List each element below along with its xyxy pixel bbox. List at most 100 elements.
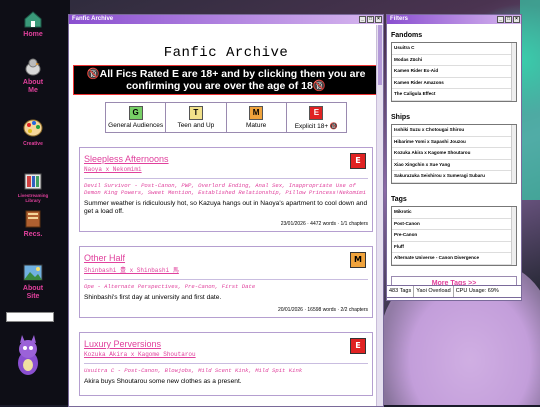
- rating-e-badge: E: [309, 106, 324, 120]
- fic-card: E Luxury Perversions Kozuka Akira x Kago…: [79, 332, 373, 396]
- library-icon: [24, 173, 42, 190]
- fic-rating-badge: E: [350, 153, 366, 169]
- rating-mature-label: Mature: [246, 122, 267, 129]
- fic-ship-link[interactable]: Naoya x Nekomimi: [84, 166, 368, 173]
- fic-tags[interactable]: Usuitra C - Post-Canon, Blowjobs, Mild S…: [84, 367, 368, 374]
- main-titlebar[interactable]: Fanfic Archive _ □ ×: [69, 15, 383, 24]
- fic-rating-badge: E: [350, 338, 366, 354]
- fandoms-heading: Fandoms: [391, 32, 423, 39]
- close-button[interactable]: ×: [375, 16, 382, 23]
- filters-window: Filters _ □ × Fandoms Usuitra C Modas Zü…: [386, 14, 522, 301]
- rating-explicit[interactable]: E Explicit 18+ 🔞: [287, 103, 346, 132]
- list-item[interactable]: Fluff: [392, 242, 516, 253]
- rating-mature[interactable]: M Mature: [227, 103, 287, 132]
- bird-icon: [25, 58, 41, 76]
- tag-count: 483 Tags: [387, 286, 415, 297]
- rating-explicit-label: Explicit 18+ 🔞: [294, 123, 339, 130]
- wallpaper-accent: [520, 0, 540, 200]
- tags-heading: Tags: [391, 196, 407, 203]
- nav-about-site[interactable]: About Site: [0, 262, 66, 301]
- rating-teen[interactable]: T Teen and Up: [166, 103, 227, 132]
- fic-summary: Shinbashi's first day at university and …: [84, 294, 222, 301]
- close-button[interactable]: ×: [513, 16, 520, 23]
- age-warning-banner: 🔞All Fics Rated E are 18+ and by clickin…: [73, 65, 379, 95]
- scrollbar-thumb[interactable]: [378, 25, 382, 85]
- list-item[interactable]: Mikrotic: [392, 207, 516, 219]
- list-scrollbar[interactable]: [511, 207, 516, 265]
- fandoms-list[interactable]: Usuitra C Modas Züchi Kamen Rider Ex-Aid…: [391, 42, 517, 102]
- minimize-button[interactable]: _: [359, 16, 366, 23]
- nav-about-site-label: About Site: [22, 285, 44, 300]
- nav-recs-label: Recs.: [23, 231, 43, 238]
- list-item[interactable]: Alternate Universe - Canon Divergence: [392, 253, 516, 265]
- tags-list[interactable]: Mikrotic Post-Canon Pre-Canon Fluff Alte…: [391, 206, 517, 266]
- fic-divider: [84, 178, 368, 179]
- fic-card: E Sleepless Afternoons Naoya x Nekomimi …: [79, 147, 373, 232]
- list-item[interactable]: Hibarime Yomi x Sapashi Jouzou: [392, 137, 516, 148]
- nav-home-label: Home: [23, 31, 43, 38]
- filters-window-title: Filters: [390, 16, 409, 22]
- fic-card: M Other Half Shinbashi 豊 x Shinbashi 馬 O…: [79, 246, 373, 318]
- list-item[interactable]: Kamen Rider Ex-Aid: [392, 66, 516, 78]
- list-item[interactable]: Isshiki Suzu x Chotougai Shirou: [392, 125, 516, 137]
- palette-icon: [23, 119, 43, 137]
- fic-tags[interactable]: Ope - Alternate Perspectives, Pre-Canon,…: [84, 283, 368, 290]
- home-icon: [24, 11, 42, 28]
- fic-tags[interactable]: Devil Survivor - Post-Canon, PWP, Overlo…: [84, 182, 368, 196]
- list-item[interactable]: Kamen Rider Amazons: [392, 78, 516, 89]
- nav-home[interactable]: Home: [0, 8, 66, 39]
- list-item[interactable]: Sakurazuka Seishirou x Sumeragi Subaru: [392, 171, 516, 183]
- page-title: Fanfic Archive: [163, 45, 289, 61]
- ships-list[interactable]: Isshiki Suzu x Chotougai Shirou Hibarime…: [391, 124, 517, 184]
- nav-library[interactable]: Livestreaming Library: [0, 170, 66, 203]
- minimize-button[interactable]: _: [497, 16, 504, 23]
- overload-status: Yaoi Overload: [414, 286, 454, 297]
- main-content: Fanfic Archive 🔞All Fics Rated E are 18+…: [69, 25, 383, 406]
- main-scrollbar[interactable]: [376, 25, 383, 406]
- ships-heading: Ships: [391, 114, 411, 121]
- rating-general[interactable]: G General Audiences: [106, 103, 167, 132]
- fic-title-link[interactable]: Luxury Perversions: [84, 339, 368, 349]
- left-nav: Home About Me Creative Livestreaming Lib…: [0, 0, 66, 405]
- fic-rating-badge: M: [350, 252, 366, 268]
- rating-legend: G General Audiences T Teen and Up M Matu…: [105, 102, 347, 133]
- fic-title-link[interactable]: Sleepless Afternoons: [84, 154, 368, 164]
- list-item[interactable]: Pre-Canon: [392, 230, 516, 242]
- rating-teen-label: Teen and Up: [177, 122, 215, 129]
- list-item[interactable]: Usuitra C: [392, 43, 516, 55]
- filters-content: Fandoms Usuitra C Modas Züchi Kamen Ride…: [387, 25, 521, 300]
- nav-recs[interactable]: Recs.: [0, 208, 66, 239]
- fic-summary: Summer weather is ridiculously hot, so K…: [84, 200, 368, 215]
- fic-meta: 23/01/2026 · 4472 words · 1/1 chapters: [280, 221, 368, 227]
- nav-library-label: Livestreaming Library: [17, 193, 49, 203]
- nav-search-input[interactable]: [6, 312, 54, 322]
- status-bar: 483 Tags Yaoi Overload CPU Usage: 69%: [386, 285, 522, 298]
- cpu-usage: CPU Usage: 69%: [455, 288, 499, 294]
- main-window-title: Fanfic Archive: [72, 16, 114, 22]
- fic-ship-link[interactable]: Shinbashi 豊 x Shinbashi 馬: [84, 265, 368, 274]
- rating-general-label: General Audiences: [108, 122, 164, 129]
- list-item[interactable]: Modas Züchi: [392, 55, 516, 66]
- rating-g-badge: G: [128, 106, 143, 120]
- nav-about-me[interactable]: About Me: [0, 56, 66, 95]
- list-item[interactable]: Xiao Xingchin x Xue Yang: [392, 160, 516, 171]
- fic-divider: [84, 279, 368, 280]
- fic-ship-link[interactable]: Kozuka Akira x Kagome Shoutarou: [84, 351, 368, 358]
- nav-creative[interactable]: Creative: [0, 117, 66, 148]
- list-item[interactable]: Post-Canon: [392, 219, 516, 230]
- filters-titlebar[interactable]: Filters _ □ ×: [387, 15, 521, 24]
- books-icon: [25, 210, 41, 228]
- rating-t-badge: T: [188, 106, 203, 120]
- nav-about-me-label: About Me: [22, 79, 44, 94]
- maximize-button[interactable]: □: [505, 16, 512, 23]
- list-scrollbar[interactable]: [511, 125, 516, 183]
- maximize-button[interactable]: □: [367, 16, 374, 23]
- fic-title-link[interactable]: Other Half: [84, 253, 368, 263]
- fanfic-archive-window: Fanfic Archive _ □ × Fanfic Archive 🔞All…: [68, 14, 384, 407]
- landscape-icon: [23, 264, 43, 281]
- list-item[interactable]: Kozuka Akira x Kagome Shoutarou: [392, 148, 516, 160]
- rating-m-badge: M: [249, 106, 264, 120]
- list-scrollbar[interactable]: [511, 43, 516, 101]
- fic-summary: Akira buys Shoutarou some new clothes as…: [84, 378, 242, 385]
- list-item[interactable]: The Caligula Effect: [392, 89, 516, 101]
